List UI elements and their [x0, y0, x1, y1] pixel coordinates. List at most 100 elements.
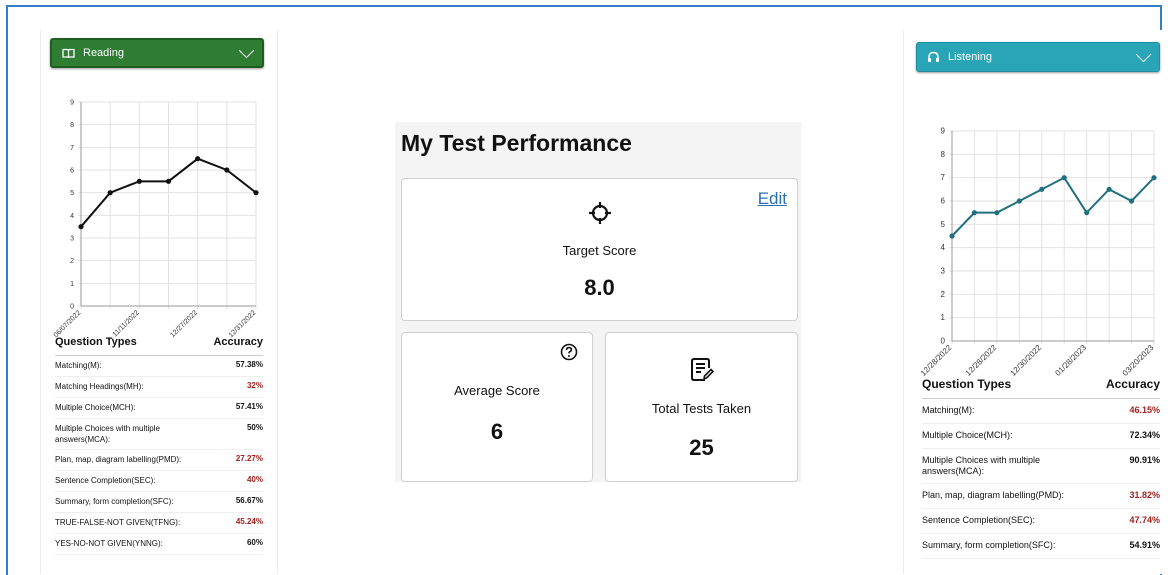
target-score-value: 8.0: [584, 275, 615, 300]
average-score-card: Average Score 6: [401, 332, 593, 482]
test-performance-section: My Test Performance Edit Target Score 8.…: [395, 122, 801, 482]
accuracy-value: 32%: [246, 381, 263, 390]
accuracy-value: 47.74%: [1129, 515, 1160, 525]
y-tick-label: 6: [941, 197, 946, 206]
accuracy-value: 57.38%: [235, 360, 263, 369]
edit-target-link[interactable]: Edit: [758, 189, 787, 209]
y-tick-label: 5: [70, 190, 74, 197]
table-row: Sentence Completion(SEC): 47.74%: [922, 509, 1160, 534]
column-header-question-types: Question Types: [922, 377, 1012, 391]
book-icon: [62, 48, 75, 58]
accuracy-value: 31.82%: [1129, 490, 1160, 500]
table-row: Matching(M): 57.38%: [55, 356, 263, 377]
column-header-accuracy: Accuracy: [1105, 377, 1160, 391]
x-tick-label: 03/20/2023: [1121, 343, 1156, 378]
data-point: [253, 190, 259, 196]
x-tick-label: 12/31/2022: [228, 309, 258, 339]
accuracy-value: 56.67%: [235, 496, 263, 505]
y-tick-label: 9: [941, 127, 946, 136]
x-tick-label: 12/28/2022: [919, 343, 954, 378]
chevron-down-icon: [1135, 46, 1152, 63]
question-type-name: Summary, form completion(SFC):: [922, 540, 1056, 550]
table-row: Multiple Choice(MCH): 72.34%: [922, 424, 1160, 449]
y-tick-label: 2: [941, 290, 946, 299]
data-point: [949, 233, 955, 239]
question-type-name: Summary, form completion(SFC):: [55, 497, 174, 506]
data-point: [1128, 198, 1135, 204]
table-row: Matching(M): 46.15%: [922, 399, 1160, 424]
accuracy-value: 57.41%: [235, 402, 263, 411]
listening-question-types-table: Question Types Accuracy Matching(M): 46.1…: [922, 377, 1160, 559]
reading-dropdown[interactable]: Reading: [50, 38, 264, 68]
headphones-icon: [928, 51, 939, 62]
y-tick-label: 3: [70, 236, 74, 243]
question-type-name: YES-NO-NOT GIVEN(YNNG):: [55, 539, 163, 548]
y-tick-label: 5: [941, 220, 946, 229]
column-header-question-types: Question Types: [55, 336, 137, 348]
question-type-name: Matching Headings(MH):: [55, 382, 144, 391]
data-point: [224, 167, 230, 173]
column-header-accuracy: Accuracy: [213, 336, 263, 348]
question-type-name: Multiple Choice(MCH):: [922, 430, 1013, 440]
y-tick-label: 8: [70, 122, 74, 129]
listening-dropdown[interactable]: Listening: [916, 42, 1160, 72]
target-score-label: Target Score: [562, 243, 637, 258]
question-circle-icon[interactable]: [560, 343, 578, 361]
table-row: Multiple Choices with multiple answers(M…: [922, 449, 1160, 484]
y-tick-label: 9: [70, 100, 74, 107]
table-header: Question Types Accuracy: [55, 336, 263, 356]
data-point: [195, 156, 201, 162]
reading-question-types-table: Question Types Accuracy Matching(M): 57.3…: [55, 336, 263, 555]
listening-dropdown-label: Listening: [948, 51, 993, 63]
table-header: Question Types Accuracy: [922, 377, 1160, 399]
accuracy-value: 27.27%: [235, 454, 263, 463]
accuracy-value: 60%: [246, 538, 263, 547]
data-point: [1084, 210, 1090, 216]
data-point: [971, 210, 978, 216]
x-tick-label: 01/28/2023: [1053, 343, 1088, 378]
data-point: [994, 210, 1000, 216]
table-row: Plan, map, diagram labelling(PMD): 31.82%: [922, 484, 1160, 509]
question-type-name: Plan, map, diagram labelling(PMD):: [55, 455, 182, 464]
table-row: Plan, map, diagram labelling(PMD): 27.27%: [55, 450, 263, 471]
listening-panel: Listening 0 1 2 3 4 5 6 7 8 9 12/28/2022 12/28/2022…: [903, 30, 1168, 574]
table-row: Multiple Choice(MCH): 57.41%: [55, 398, 263, 419]
y-tick-label: 1: [941, 313, 946, 322]
question-type-name: Multiple Choices with multiple answers(M…: [55, 424, 160, 444]
data-point: [136, 178, 142, 184]
average-score-label: Average Score: [454, 383, 540, 398]
table-row: Sentence Completion(SEC): 40%: [55, 471, 263, 492]
x-tick-label: 12/30/2022: [1009, 343, 1044, 378]
y-tick-label: 7: [941, 173, 946, 182]
y-tick-label: 8: [941, 150, 946, 159]
table-row: Multiple Choices with multiple answers(M…: [55, 419, 263, 450]
reading-panel: Reading 0 1 2 3 4 5 6 7 8 9 06/07/2022 11/11/2022 12…: [40, 30, 278, 574]
data-point: [1016, 198, 1022, 204]
question-type-name: Plan, map, diagram labelling(PMD):: [922, 490, 1065, 500]
question-type-name: Multiple Choices with multiple answers(M…: [922, 455, 1041, 476]
y-tick-label: 7: [70, 145, 74, 152]
question-type-name: TRUE-FALSE-NOT GIVEN(TFNG):: [55, 518, 181, 527]
question-type-name: Matching(M):: [55, 361, 102, 370]
crosshair-icon: [589, 202, 611, 224]
y-tick-label: 6: [70, 168, 74, 175]
table-row: Summary, form completion(SFC): 56.67%: [55, 492, 263, 513]
listening-score-chart: 012345678912/28/2022 12/28/2022 12/30/2022…: [919, 127, 1157, 378]
total-tests-value: 25: [689, 435, 714, 460]
table-row: TRUE-FALSE-NOT GIVEN(TFNG): 45.24%: [55, 513, 263, 534]
accuracy-value: 40%: [246, 475, 263, 484]
table-row: Summary, form completion(SFC): 54.91%: [922, 534, 1160, 559]
x-tick-label: 06/07/2022: [53, 309, 83, 339]
accuracy-value: 54.91%: [1129, 540, 1160, 550]
total-tests-label: Total Tests Taken: [651, 401, 752, 416]
score-series-line: [951, 176, 1155, 237]
x-tick-label: 11/11/2022: [112, 309, 141, 338]
chevron-down-icon: [238, 42, 255, 59]
y-tick-label: 4: [941, 243, 946, 252]
data-point: [78, 224, 84, 230]
table-row: YES-NO-NOT GIVEN(YNNG): 60%: [55, 534, 263, 555]
data-point: [1039, 186, 1045, 192]
data-point: [107, 190, 113, 196]
reading-dropdown-label: Reading: [83, 47, 124, 59]
accuracy-value: 90.91%: [1129, 455, 1160, 465]
